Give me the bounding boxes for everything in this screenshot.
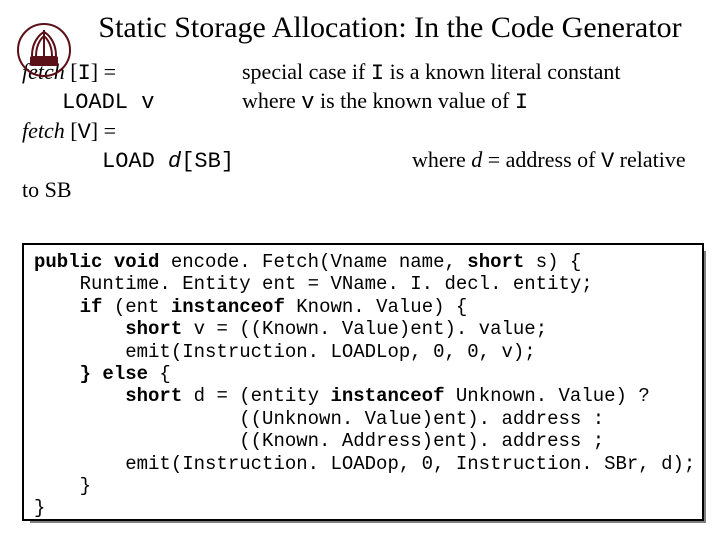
code-block: public void encode. Fetch(Vname name, sh… xyxy=(22,243,704,521)
slide: Static Storage Allocation: In the Code G… xyxy=(0,0,720,540)
spec-line-1-rhs: special case if I is a known literal con… xyxy=(242,58,702,88)
code-content: public void encode. Fetch(Vname name, sh… xyxy=(22,243,704,521)
spec-line-5: to SB xyxy=(22,176,702,204)
spec-line-4-rhs: where d = address of V relative xyxy=(412,146,702,176)
university-crest-logo xyxy=(16,22,72,78)
spec-line-3-lhs: fetch [V] = xyxy=(22,117,242,147)
spec-line-4-lhs: LOAD d[SB] xyxy=(22,146,412,176)
spec-line-2-lhs: LOADL v xyxy=(22,87,242,117)
spec-line-2-rhs: where v is the known value of I xyxy=(242,87,702,117)
specification-block: fetch [I] = special case if I is a known… xyxy=(22,58,702,204)
slide-title: Static Storage Allocation: In the Code G… xyxy=(78,12,702,44)
